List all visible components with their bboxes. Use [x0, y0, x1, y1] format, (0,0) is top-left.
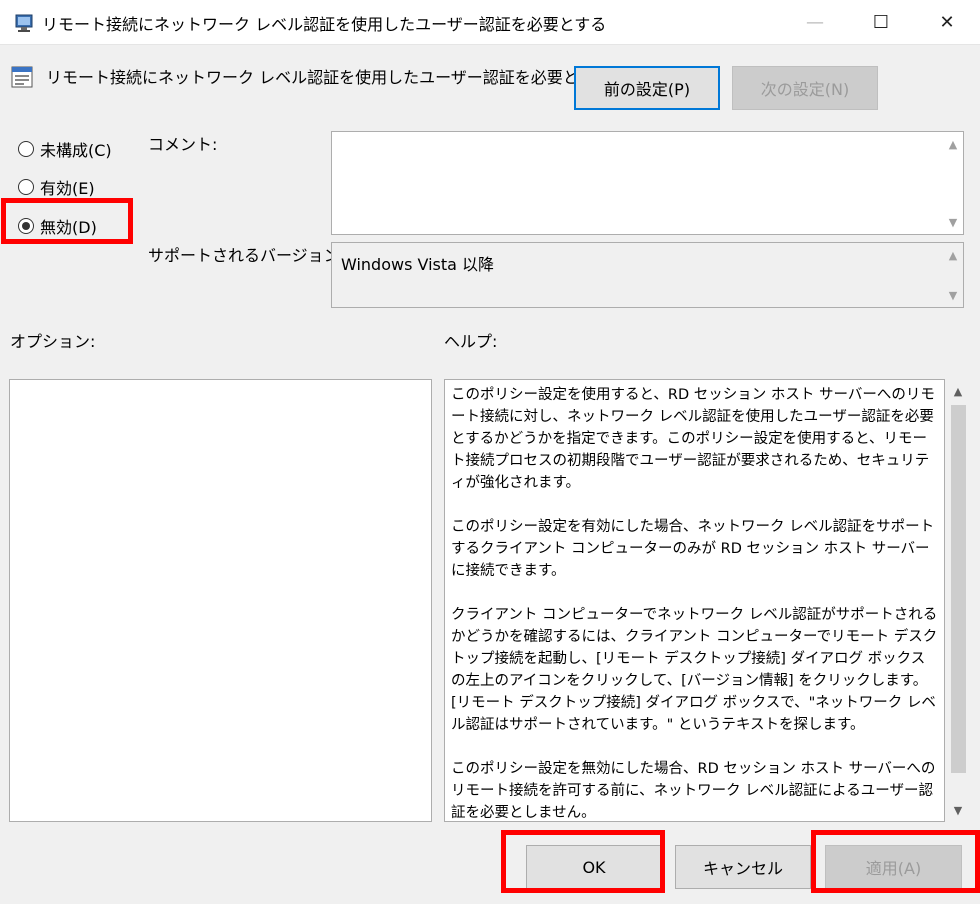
scroll-up-icon[interactable]: ▲ — [943, 134, 963, 154]
radio-label: 未構成(C) — [40, 141, 112, 160]
options-pane — [9, 379, 432, 822]
help-paragraph: クライアント コンピューターでネットワーク レベル認証がサポートされるかどうかを… — [451, 607, 938, 733]
highlight-apply-button — [811, 830, 980, 893]
highlight-ok-button — [501, 830, 665, 893]
previous-setting-button[interactable]: 前の設定(P) — [574, 66, 720, 110]
help-label: ヘルプ: — [444, 332, 498, 351]
supported-version-box: Windows Vista 以降 ▲ ▼ — [331, 242, 964, 308]
comment-textarea[interactable]: ▲ ▼ — [331, 131, 964, 235]
minimize-button[interactable]: — — [782, 0, 848, 45]
comment-label: コメント: — [148, 135, 218, 154]
highlight-disabled-radio — [1, 198, 133, 244]
comment-scrollbar[interactable]: ▲ ▼ — [943, 132, 963, 234]
policy-window-icon — [14, 11, 36, 33]
scroll-down-icon[interactable]: ▼ — [948, 800, 968, 820]
scroll-down-icon[interactable]: ▼ — [943, 212, 963, 232]
scroll-down-icon[interactable]: ▼ — [943, 285, 963, 305]
supported-version-label: サポートされるバージョン: — [148, 246, 346, 265]
version-scrollbar[interactable]: ▲ ▼ — [943, 243, 963, 307]
radio-circle-icon — [18, 179, 34, 195]
radio-label: 有効(E) — [40, 179, 95, 198]
policy-setting-icon — [10, 64, 36, 90]
maximize-button[interactable]: ☐ — [848, 0, 914, 45]
radio-enabled[interactable]: 有効(E) — [18, 174, 95, 200]
close-button[interactable]: ✕ — [914, 0, 980, 45]
supported-version-value: Windows Vista 以降 — [341, 255, 495, 274]
help-paragraph: このポリシー設定を無効にした場合、RD セッション ホスト サーバーへのリモート… — [451, 761, 936, 821]
help-pane: このポリシー設定を使用すると、RD セッション ホスト サーバーへのリモート接続… — [444, 379, 945, 822]
policy-title: リモート接続にネットワーク レベル認証を使用したユーザー認証を必要とする — [46, 68, 611, 87]
help-scrollbar[interactable]: ▲ ▼ — [948, 379, 968, 822]
options-label: オプション: — [10, 332, 96, 351]
radio-not-configured[interactable]: 未構成(C) — [18, 136, 112, 162]
scroll-thumb[interactable] — [951, 405, 966, 773]
scroll-up-icon[interactable]: ▲ — [948, 381, 968, 401]
scroll-up-icon[interactable]: ▲ — [943, 245, 963, 265]
window-title: リモート接続にネットワーク レベル認証を使用したユーザー認証を必要とする — [42, 15, 607, 34]
radio-circle-icon — [18, 141, 34, 157]
help-paragraph: このポリシー設定を使用すると、RD セッション ホスト サーバーへのリモート接続… — [451, 387, 935, 491]
help-paragraph: このポリシー設定を有効にした場合、ネットワーク レベル認証をサポートするクライア… — [451, 519, 935, 579]
next-setting-button[interactable]: 次の設定(N) — [732, 66, 878, 110]
cancel-button[interactable]: キャンセル — [675, 845, 811, 889]
